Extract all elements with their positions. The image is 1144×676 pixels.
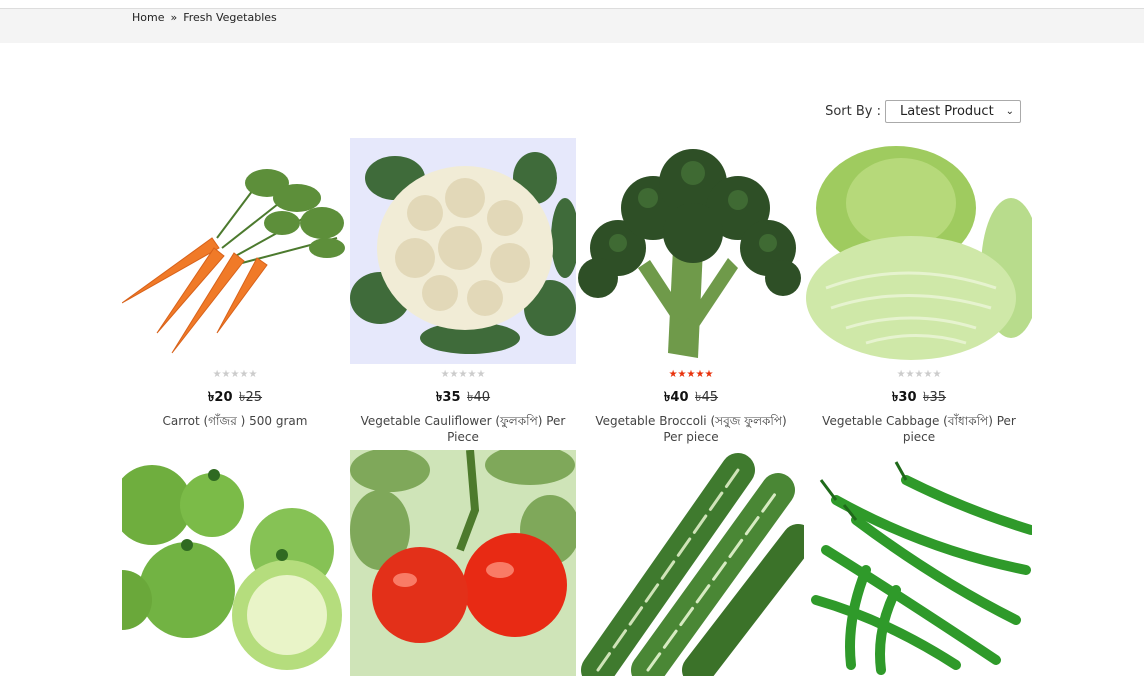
product-old-price: ৳45 [695, 390, 719, 405]
chevron-down-icon: ⌄ [1005, 106, 1014, 117]
product-image-red-tomato[interactable] [350, 450, 576, 676]
sort-label: Sort By : [825, 104, 881, 119]
product-image-snake-gourd[interactable] [578, 450, 804, 676]
product-name[interactable]: Carrot (গাঁজর ) 500 gram [122, 413, 348, 429]
product-old-price: ৳40 [467, 390, 491, 405]
breadcrumb-bar: Home » Fresh Vegetables [0, 9, 1144, 43]
product-card[interactable] [350, 450, 576, 676]
product-old-price: ৳25 [239, 390, 263, 405]
product-image-broccoli[interactable] [578, 138, 804, 364]
product-image-cauliflower[interactable] [350, 138, 576, 364]
product-price: ৳20 ৳25 [207, 390, 263, 405]
product-price: ৳30 ৳35 [891, 390, 947, 405]
breadcrumb-current: Fresh Vegetables [183, 11, 277, 24]
product-card[interactable]: ★★★★★ ৳20 ৳25 Carrot (গাঁজর ) 500 gram [122, 138, 348, 440]
product-card[interactable] [806, 450, 1032, 676]
product-price: ৳35 ৳40 [435, 390, 491, 405]
product-image-green-tomato[interactable] [122, 450, 348, 676]
product-old-price: ৳35 [923, 390, 947, 405]
product-card[interactable]: ★★★★★ ৳30 ৳35 Vegetable Cabbage (বাঁধাকপ… [806, 138, 1032, 444]
sort-select[interactable]: Latest Product ⌄ [885, 100, 1021, 123]
sort-selected-value: Latest Product [900, 104, 994, 119]
product-image-green-chili[interactable] [806, 450, 1032, 676]
sort-control: Sort By : Latest Product ⌄ [825, 100, 1021, 123]
rating-stars: ★★★★★ [440, 369, 486, 380]
product-name[interactable]: Vegetable Cauliflower (ফুলকপি) Per Piece [350, 413, 576, 445]
rating-stars: ★★★★★ [212, 369, 258, 380]
breadcrumb-home-link[interactable]: Home [132, 11, 164, 24]
product-card[interactable]: ★★★★★ ৳40 ৳45 Vegetable Broccoli (সবুজ ফ… [578, 138, 804, 444]
rating-stars: ★★★★★ [668, 369, 714, 380]
product-name[interactable]: Vegetable Cabbage (বাঁধাকপি) Per piece [806, 413, 1032, 445]
product-image-cabbage[interactable] [806, 138, 1032, 364]
breadcrumb: Home » Fresh Vegetables [132, 11, 277, 24]
breadcrumb-separator: » [170, 11, 178, 24]
product-price: ৳40 ৳45 [663, 390, 719, 405]
product-name[interactable]: Vegetable Broccoli (সবুজ ফুলকপি) Per pie… [578, 413, 804, 445]
rating-stars: ★★★★★ [896, 369, 942, 380]
product-card[interactable]: ★★★★★ ৳35 ৳40 Vegetable Cauliflower (ফুল… [350, 138, 576, 444]
product-grid: ★★★★★ ৳20 ৳25 Carrot (গাঁজর ) 500 gram ★… [122, 138, 1034, 676]
product-card[interactable] [578, 450, 804, 676]
product-card[interactable] [122, 450, 348, 676]
product-image-carrot[interactable] [122, 138, 348, 364]
